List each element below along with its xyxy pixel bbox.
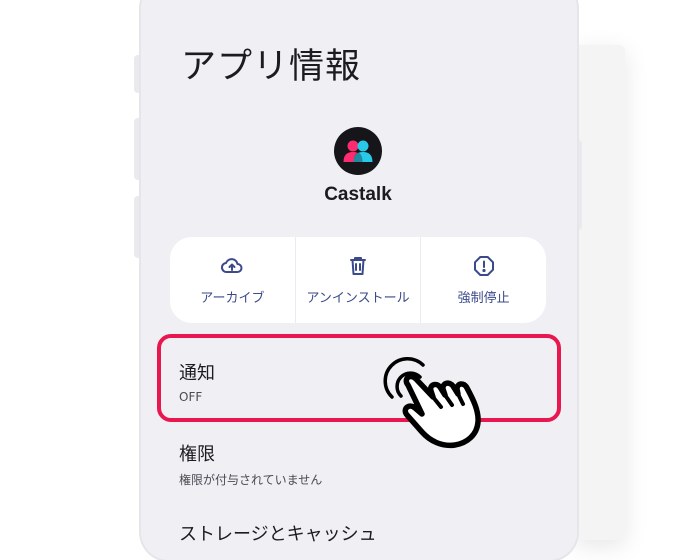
- settings-item-permissions[interactable]: 権限 権限が付与されていません: [179, 440, 322, 488]
- settings-item-storage[interactable]: ストレージとキャッシュ: [179, 520, 377, 546]
- tap-hand-icon: [383, 357, 481, 449]
- force-stop-button[interactable]: 強制停止: [421, 237, 546, 323]
- archive-button[interactable]: アーカイブ: [170, 237, 296, 323]
- archive-label: アーカイブ: [200, 291, 265, 306]
- notifications-highlight-frame: [157, 334, 561, 422]
- alert-octagon-icon: [473, 256, 494, 276]
- force-stop-label: 強制停止: [457, 291, 510, 306]
- app-actions-bar: アーカイブ アンインストール 強制停止: [170, 237, 546, 323]
- permissions-status: 権限が付与されていません: [179, 473, 323, 487]
- storage-title: ストレージとキャッシュ: [179, 524, 377, 545]
- castalk-app-icon: [334, 127, 382, 175]
- trash-icon: [350, 257, 366, 275]
- background-card: [575, 45, 625, 540]
- app-name: Castalk: [324, 184, 392, 205]
- permissions-title: 権限: [179, 444, 215, 465]
- page-title: アプリ情報: [181, 47, 362, 87]
- uninstall-button[interactable]: アンインストール: [296, 237, 422, 323]
- cloud-upload-icon: [221, 258, 243, 273]
- uninstall-label: アンインストール: [306, 291, 410, 306]
